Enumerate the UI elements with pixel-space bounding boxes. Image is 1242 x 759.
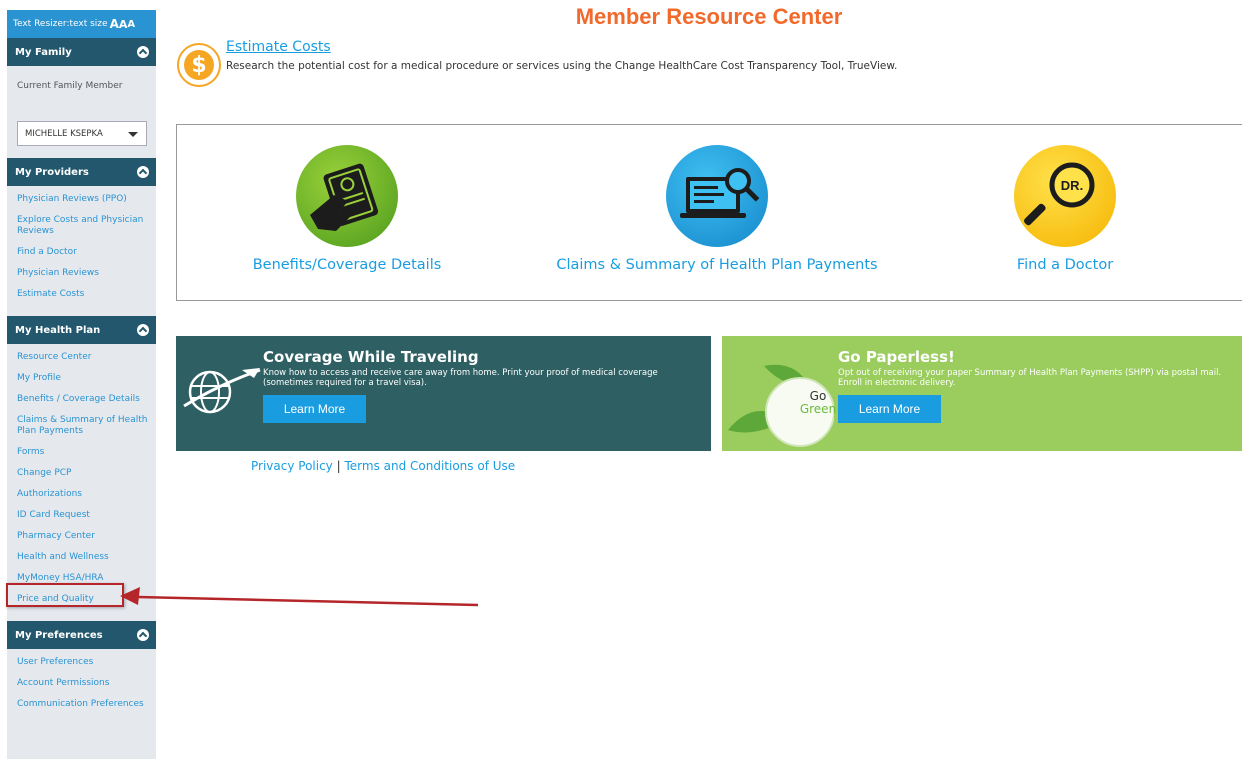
tile-claims-summary[interactable]: Claims & Summary of Health Plan Payments (547, 125, 887, 300)
go-green-leaf-icon: Go Green (724, 358, 836, 448)
chevron-up-icon[interactable] (137, 166, 149, 178)
health-plan-nav: Resource Center My Profile Benefits / Co… (7, 344, 156, 621)
chevron-up-icon[interactable] (137, 629, 149, 641)
privacy-policy-link[interactable]: Privacy Policy (251, 459, 333, 473)
selected-member: MICHELLE KSEPKA (25, 128, 103, 139)
nav-physician-reviews-ppo[interactable]: Physician Reviews (PPO) (7, 194, 156, 205)
estimate-costs-description: Research the potential cost for a medica… (226, 60, 898, 72)
find-doctor-icon: DR. (1014, 145, 1116, 247)
text-size-large[interactable]: A (110, 17, 119, 31)
tile-benefits-coverage[interactable]: Benefits/Coverage Details (177, 125, 517, 300)
nav-id-card-request[interactable]: ID Card Request (7, 510, 156, 521)
nav-claims-summary[interactable]: Claims & Summary of Health Plan Payments (7, 415, 156, 437)
nav-physician-reviews[interactable]: Physician Reviews (7, 268, 156, 279)
learn-more-paperless-button[interactable]: Learn More (838, 395, 941, 423)
nav-user-preferences[interactable]: User Preferences (7, 657, 156, 668)
tile-label: Claims & Summary of Health Plan Payments (556, 257, 878, 273)
dollar-glyph: $ (184, 50, 214, 80)
nav-resource-center[interactable]: Resource Center (7, 352, 156, 363)
banner-go-paperless: Go Green Go Paperless! Opt out of receiv… (722, 336, 1242, 451)
banner-text: Opt out of receiving your paper Summary … (838, 368, 1222, 388)
claims-laptop-icon (666, 145, 768, 247)
tile-find-a-doctor[interactable]: DR. Find a Doctor (895, 125, 1235, 300)
section-title: My Family (15, 46, 72, 58)
sidebar: Text Resizer:text size A A A My Family C… (7, 10, 156, 759)
nav-pharmacy-center[interactable]: Pharmacy Center (7, 531, 156, 542)
nav-explore-costs[interactable]: Explore Costs and Physician Reviews (7, 215, 156, 237)
learn-more-travel-button[interactable]: Learn More (263, 395, 366, 423)
footer-links: Privacy Policy | Terms and Conditions of… (251, 459, 515, 473)
find-doctor-icon-text: DR. (1061, 178, 1083, 193)
footer-separator: | (336, 459, 341, 473)
terms-conditions-link[interactable]: Terms and Conditions of Use (344, 459, 515, 473)
nav-authorizations[interactable]: Authorizations (7, 489, 156, 500)
section-header-my-health-plan[interactable]: My Health Plan (7, 316, 156, 344)
estimate-costs-section: $ Estimate Costs Research the potential … (176, 39, 1242, 89)
nav-find-a-doctor[interactable]: Find a Doctor (7, 247, 156, 258)
coverage-card-icon (296, 145, 398, 247)
nav-benefits-coverage[interactable]: Benefits / Coverage Details (7, 394, 156, 405)
section-header-my-family[interactable]: My Family (7, 38, 156, 66)
chevron-up-icon[interactable] (137, 46, 149, 58)
family-panel: Current Family Member MICHELLE KSEPKA (7, 66, 156, 158)
banner-title: Coverage While Traveling (263, 348, 479, 366)
section-title: My Health Plan (15, 324, 101, 336)
banner-title: Go Paperless! (838, 348, 955, 366)
nav-communication-preferences[interactable]: Communication Preferences (7, 699, 156, 710)
text-resizer-label: Text Resizer:text size (13, 19, 108, 29)
nav-estimate-costs[interactable]: Estimate Costs (7, 289, 156, 300)
preferences-nav: User Preferences Account Permissions Com… (7, 649, 156, 726)
banner-text: Know how to access and receive care away… (263, 368, 658, 388)
caret-down-icon (128, 132, 138, 137)
nav-my-profile[interactable]: My Profile (7, 373, 156, 384)
nav-forms[interactable]: Forms (7, 447, 156, 458)
providers-nav: Physician Reviews (PPO) Explore Costs an… (7, 186, 156, 316)
page-title: Member Resource Center (575, 4, 843, 29)
banner-coverage-traveling: Coverage While Traveling Know how to acc… (176, 336, 711, 451)
nav-health-wellness[interactable]: Health and Wellness (7, 552, 156, 563)
chevron-up-icon[interactable] (137, 324, 149, 336)
text-size-medium[interactable]: A (119, 18, 128, 31)
family-member-select[interactable]: MICHELLE KSEPKA (17, 121, 147, 146)
text-resizer: Text Resizer:text size A A A (7, 10, 156, 38)
globe-plane-icon (180, 364, 262, 422)
text-size-small[interactable]: A (127, 19, 135, 30)
tile-label: Find a Doctor (1016, 257, 1114, 273)
section-header-my-preferences[interactable]: My Preferences (7, 621, 156, 649)
nav-change-pcp[interactable]: Change PCP (7, 468, 156, 479)
annotation-arrow-icon (120, 587, 479, 607)
nav-account-permissions[interactable]: Account Permissions (7, 678, 156, 689)
quick-links-panel: Benefits/Coverage Details Claims & Summa… (176, 124, 1242, 301)
section-title: My Providers (15, 166, 89, 178)
annotation-highlight-box (6, 583, 124, 607)
current-family-member-label: Current Family Member (17, 81, 123, 91)
section-header-my-providers[interactable]: My Providers (7, 158, 156, 186)
estimate-costs-link[interactable]: Estimate Costs (226, 39, 331, 55)
section-title: My Preferences (15, 629, 103, 641)
dollar-icon: $ (177, 43, 221, 87)
tile-label: Benefits/Coverage Details (252, 257, 442, 273)
